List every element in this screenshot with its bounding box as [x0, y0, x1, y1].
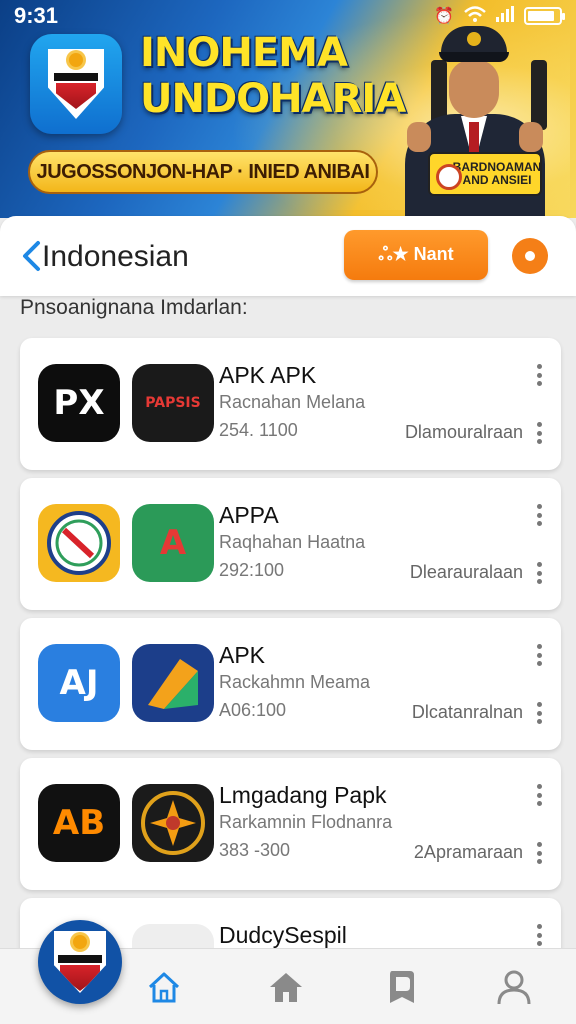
home-outline-icon: [148, 972, 180, 1003]
status-time: 9:31: [14, 3, 59, 28]
more-options-icon[interactable]: [531, 560, 547, 586]
banner-app-logo: [30, 34, 122, 134]
app-list-item[interactable]: PX PAPSIS APK APK Racnahan Melana 254. 1100 D…: [20, 338, 561, 470]
status-text: 2Apramaraan: [413, 842, 523, 862]
px-app-icon[interactable]: PX: [38, 364, 120, 442]
app-developer: Racnahan Melana: [219, 392, 366, 412]
section-label: Pnsoanignana Imdarlan:: [20, 296, 248, 319]
more-options-icon[interactable]: [531, 922, 547, 948]
icon-glyph: A: [159, 523, 187, 563]
status-icons: ⏰: [434, 5, 565, 27]
shield-emblem-icon: [54, 931, 106, 993]
app-list-item[interactable]: AB Lmgadang Papk Rarkamnin Flodnanra 383 -3…: [20, 758, 561, 890]
ab-app-icon[interactable]: AB: [38, 784, 120, 862]
icon-glyph: PX: [53, 383, 105, 423]
nav-profile[interactable]: [490, 963, 538, 1011]
icon-glyph: AJ: [59, 663, 99, 703]
compass-badge-icon[interactable]: [38, 504, 120, 582]
more-options-icon[interactable]: [531, 420, 547, 446]
nav-library[interactable]: [378, 963, 426, 1011]
app-name: DudcySespil: [219, 922, 347, 948]
nav-app-logo[interactable]: [38, 920, 122, 1004]
wifi-icon: [464, 5, 486, 27]
papsis-app-icon[interactable]: PAPSIS: [132, 364, 214, 442]
nav-store[interactable]: [262, 963, 310, 1011]
alarm-icon: ⏰: [434, 8, 454, 25]
banner-sign: BARDNOAMAN AND ANSIEI: [428, 152, 542, 196]
more-options-icon[interactable]: [531, 840, 547, 866]
profile-icon: [497, 970, 531, 1005]
home-filled-icon: [270, 973, 302, 1002]
emblem-app-icon[interactable]: [132, 784, 214, 862]
more-options-icon[interactable]: [531, 642, 547, 668]
more-options-icon[interactable]: [531, 502, 547, 528]
bookmark-icon: [390, 971, 414, 1003]
chevron-left-icon: [23, 241, 40, 271]
more-options-icon[interactable]: [531, 362, 547, 388]
battery-level: [528, 11, 554, 21]
app-list-item[interactable]: A APPA Raqhahan Haatna 292:100 Dlearauralaan: [20, 478, 561, 610]
app-downloads: 383 -300: [219, 840, 291, 860]
signal-icon: [496, 5, 514, 27]
icon-glyph: PAPSIS: [145, 395, 201, 411]
promo-banner[interactable]: INOHEMA UNDOHARIA JUGOSSONJON-HAP · INIE…: [0, 0, 576, 218]
status-text: Dlcatanralnan: [411, 702, 523, 722]
status-bar: 9:31 ⏰: [0, 0, 576, 32]
app-developer: Raqhahan Haatna: [219, 532, 366, 552]
app-name: APK APK: [219, 362, 317, 388]
dot-icon: [525, 251, 535, 261]
battery-icon: [524, 7, 565, 25]
header-action-button[interactable]: ஃ★ Nant: [344, 230, 488, 280]
page-title: Indonesian: [42, 240, 189, 273]
app-downloads: 292:100: [219, 560, 285, 580]
app-downloads: A06:100: [219, 700, 287, 720]
app-name: APK: [219, 642, 266, 668]
app-list-item[interactable]: AJ APK Rackahmn Meama A06:100 Dlcatanralnan: [20, 618, 561, 750]
aj-app-icon[interactable]: AJ: [38, 644, 120, 722]
letter-a-icon[interactable]: A: [132, 504, 214, 582]
banner-subtitle: JUGOSSONJON-HAP · INIED ANIBAI: [28, 150, 378, 194]
app-developer: Rackahmn Meama: [219, 672, 371, 692]
page-header: Indonesian: [0, 216, 576, 296]
status-text: Dlamouralraan: [404, 422, 523, 442]
shield-emblem-icon: [48, 49, 104, 119]
app-developer: Rarkamnin Flodnanra: [219, 812, 393, 832]
icon-glyph: AB: [52, 803, 106, 843]
status-text: Dlearauralaan: [409, 562, 523, 582]
more-options-icon[interactable]: [531, 700, 547, 726]
arrow-logo-icon[interactable]: [132, 644, 214, 722]
nav-home[interactable]: [140, 963, 188, 1011]
more-options-icon[interactable]: [531, 782, 547, 808]
app-name: Lmgadang Papk: [219, 782, 387, 808]
more-circle-button[interactable]: [512, 238, 548, 274]
app-downloads: 254. 1100: [219, 420, 298, 440]
app-name: APPA: [219, 502, 279, 528]
